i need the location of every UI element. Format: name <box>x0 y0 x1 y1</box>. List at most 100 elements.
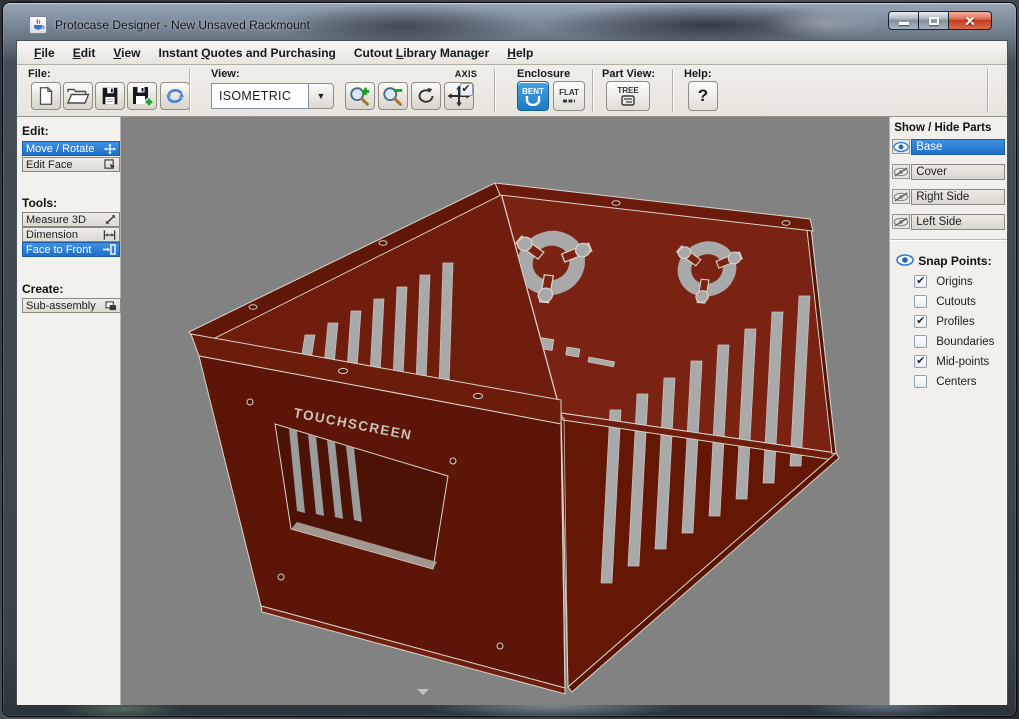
create-section-label: Create: <box>22 282 63 296</box>
dimension-label: Dimension <box>26 229 78 241</box>
chevron-down-icon[interactable]: ▼ <box>309 83 334 109</box>
client-area: FileEditViewInstant Quotes and Purchasin… <box>16 40 1008 704</box>
viewport-3d[interactable]: TOUCHSCREEN <box>121 117 889 705</box>
part-button-base[interactable]: Base <box>911 139 1005 155</box>
menu-edit[interactable]: Edit <box>64 42 105 64</box>
save-button[interactable] <box>95 82 125 110</box>
part-button-right-side[interactable]: Right Side <box>911 189 1005 205</box>
toolbar-separator <box>494 69 495 112</box>
view-combobox[interactable]: ISOMETRIC ▼ <box>211 83 334 109</box>
visibility-toggle-base[interactable] <box>892 139 910 154</box>
rotate-view-button[interactable] <box>411 82 441 110</box>
axis-checkbox[interactable]: ✔ <box>460 83 473 96</box>
menu-cutout-library-manager[interactable]: Cutout Library Manager <box>345 42 498 64</box>
screw-hole <box>473 393 482 398</box>
close-icon <box>964 15 976 27</box>
eye-closed-icon <box>893 216 909 228</box>
flat-view-button[interactable]: FLAT <box>553 81 585 111</box>
snap-option-label: Boundaries <box>936 336 994 348</box>
tree-label: TREE <box>617 86 638 95</box>
measure-3d-button[interactable]: Measure 3D <box>22 212 120 227</box>
checkbox-profiles[interactable]: ✔ <box>914 315 927 328</box>
snap-option-boundaries: Boundaries <box>914 335 994 348</box>
enclosure-group-label: Enclosure <box>517 68 570 80</box>
maximize-button[interactable] <box>918 11 948 30</box>
toolbar: File: <box>17 65 1007 117</box>
measure-icon <box>105 214 116 225</box>
snap-option-label: Origins <box>936 276 972 288</box>
move-rotate-button[interactable]: Move / Rotate <box>22 141 120 156</box>
open-button[interactable] <box>63 82 93 110</box>
screw-hole <box>338 368 347 373</box>
bent-view-button[interactable]: BENT <box>517 81 549 111</box>
viewport-marker[interactable] <box>417 689 429 695</box>
view-combobox-value[interactable]: ISOMETRIC <box>211 83 309 109</box>
new-icon <box>35 85 57 107</box>
menu-file[interactable]: File <box>25 42 64 64</box>
checkbox-origins[interactable]: ✔ <box>914 275 927 288</box>
screw-hole <box>249 305 257 310</box>
eye-closed-icon <box>893 191 909 203</box>
eye-closed-icon <box>893 166 909 178</box>
snap-visibility-toggle[interactable] <box>896 252 914 267</box>
dimension-button[interactable]: Dimension <box>22 227 120 242</box>
save-as-button[interactable] <box>127 82 157 110</box>
screw-hole <box>379 241 387 246</box>
axis-label: AXIS <box>449 69 483 79</box>
eye-open-icon <box>896 254 914 266</box>
help-group-label: Help: <box>684 68 712 80</box>
help-button[interactable]: ? <box>688 81 718 111</box>
part-button-left-side[interactable]: Left Side <box>911 214 1005 230</box>
snap-option-mid-points: ✔ Mid-points <box>914 355 989 368</box>
checkbox-cutouts[interactable] <box>914 295 927 308</box>
toolbar-separator <box>672 69 673 112</box>
snap-option-origins: ✔ Origins <box>914 275 972 288</box>
snap-points-label: Snap Points: <box>918 254 991 268</box>
maximize-icon <box>929 17 939 25</box>
checkbox-boundaries[interactable] <box>914 335 927 348</box>
tree-view-button[interactable]: TREE <box>606 81 650 111</box>
part-button-cover[interactable]: Cover <box>911 164 1005 180</box>
face-to-front-icon <box>103 244 116 255</box>
snap-option-centers: Centers <box>914 375 976 388</box>
flat-dash-icon <box>561 97 577 105</box>
axis-toggle: AXIS ✔ <box>449 69 483 97</box>
panel-divider <box>890 239 1007 240</box>
zoom-in-icon <box>348 84 372 108</box>
checkbox-centers[interactable] <box>914 375 927 388</box>
face-to-front-button[interactable]: Face to Front <box>22 242 120 257</box>
screw-hole <box>782 221 790 226</box>
window-frame: Protocase Designer - New Unsaved Rackmou… <box>2 2 1017 717</box>
minimize-button[interactable] <box>888 11 918 30</box>
refresh-button[interactable] <box>160 82 190 110</box>
view-group-label: View: <box>211 68 240 80</box>
visibility-toggle-right-side[interactable] <box>892 189 910 204</box>
model-canvas: TOUCHSCREEN <box>121 117 891 705</box>
titlebar[interactable]: Protocase Designer - New Unsaved Rackmou… <box>17 11 1002 39</box>
toolbar-separator <box>189 69 190 112</box>
zoom-in-button[interactable] <box>345 82 375 110</box>
edit-face-label: Edit Face <box>26 159 72 171</box>
zoom-out-button[interactable] <box>378 82 408 110</box>
menu-instant-quotes-and-purchasing[interactable]: Instant Quotes and Purchasing <box>150 42 345 64</box>
visibility-toggle-cover[interactable] <box>892 164 910 179</box>
screen: Protocase Designer - New Unsaved Rackmou… <box>0 0 1019 719</box>
toolbar-separator <box>592 69 593 112</box>
new-button[interactable] <box>31 82 61 110</box>
edit-section-label: Edit: <box>22 124 49 138</box>
main-area: Edit: Move / Rotate Edit Face <box>17 117 1007 705</box>
edit-face-button[interactable]: Edit Face <box>22 157 120 172</box>
snap-option-label: Mid-points <box>936 356 989 368</box>
close-button[interactable] <box>948 11 992 30</box>
sub-assembly-button[interactable]: Sub-assembly <box>22 298 121 313</box>
checkbox-mid-points[interactable]: ✔ <box>914 355 927 368</box>
snap-option-label: Centers <box>936 376 976 388</box>
visibility-toggle-left-side[interactable] <box>892 214 910 229</box>
left-tool-panel: Edit: Move / Rotate Edit Face <box>17 117 121 705</box>
dimension-icon <box>103 230 116 240</box>
enclosure-model[interactable] <box>189 183 839 694</box>
menu-view[interactable]: View <box>104 42 149 64</box>
face-to-front-label: Face to Front <box>26 244 91 256</box>
menu-help[interactable]: Help <box>498 42 542 64</box>
refresh-icon <box>164 85 186 107</box>
